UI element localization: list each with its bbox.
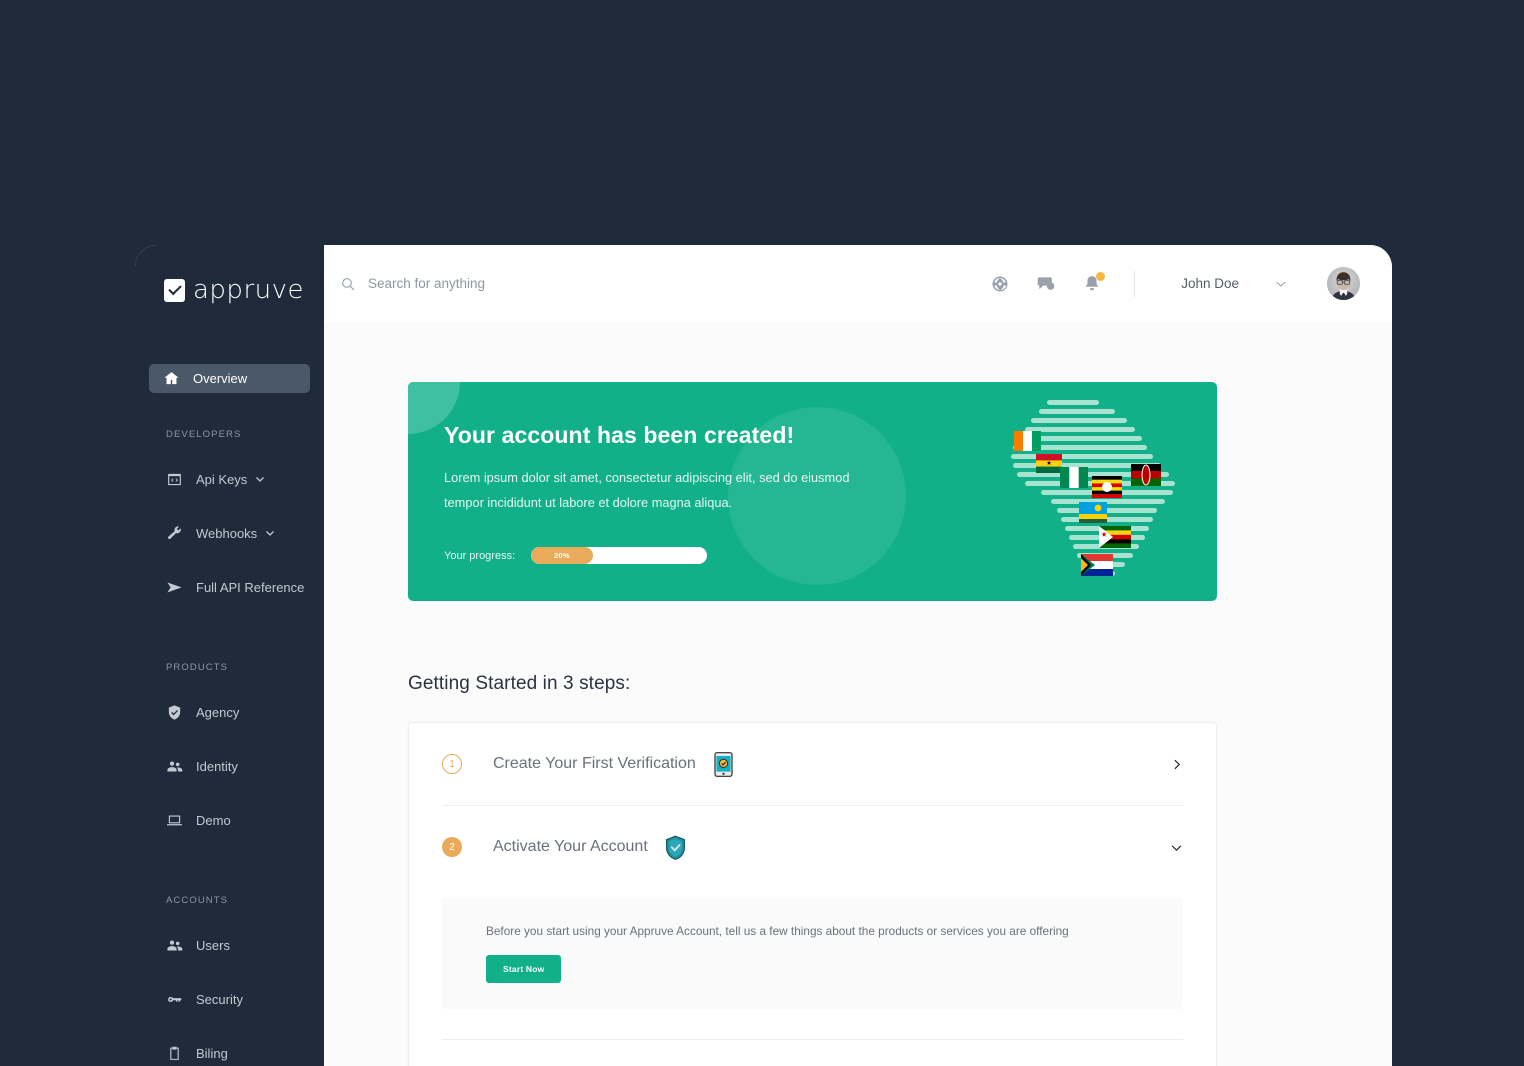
search-icon [340,276,356,292]
avatar[interactable] [1327,267,1360,300]
step-1-header[interactable]: 1 Create Your First Verification [442,723,1183,805]
flag-ivory-coast [1014,431,1041,451]
chevron-down-icon [254,473,266,485]
sidebar-item-webhooks[interactable]: Webhooks [135,518,324,548]
page-root: appruve Overview DEVELOPERS Api Keys Web… [0,0,1524,1066]
hero-banner: Your account has been created! Lorem ips… [408,382,1217,601]
people-icon [166,937,183,954]
search-input[interactable] [368,276,698,291]
sidebar-item-label: Webhooks [196,525,258,541]
paper-plane-icon [166,579,183,596]
chevron-down-icon[interactable] [1170,841,1183,854]
flag-rwanda [1079,502,1107,523]
content-area: Your account has been created! Lorem ips… [324,322,1392,1066]
hero-subtitle: Lorem ipsum dolor sit amet, consectetur … [444,470,850,510]
progress-label: Your progress: [444,549,516,562]
brand-logo[interactable]: appruve [135,272,324,308]
shield-check-icon [166,704,183,721]
flag-kenya [1131,464,1161,486]
step-2-panel: Before you start using your Appruve Acco… [442,898,1183,1009]
chat-bubble-icon[interactable] [1036,274,1056,294]
step-label: Activate Your Account [493,838,648,855]
user-name[interactable]: John Doe [1181,276,1239,291]
sidebar-item-label: Agency [196,704,240,720]
mobile-verification-icon [713,751,734,777]
sidebar-group-title-accounts: ACCOUNTS [166,895,229,906]
sidebar: appruve Overview DEVELOPERS Api Keys Web… [135,245,324,1066]
flag-zimbabwe [1099,526,1131,548]
main-column: John Doe [324,245,1392,1066]
sidebar-group-title-products: PRODUCTS [166,662,229,673]
sidebar-group-title-developers: DEVELOPERS [166,429,242,440]
chevron-right-icon[interactable] [1170,758,1183,771]
sidebar-item-label: Overview [193,371,248,386]
progress-bar-fill: 20% [531,547,593,564]
key-icon [166,991,183,1008]
topbar-actions: John Doe [990,267,1360,300]
sidebar-item-users[interactable]: Users [135,930,324,960]
people-icon [166,758,183,775]
laptop-icon [166,812,183,829]
step-label: Create Your First Verification [493,755,696,772]
page-title: Getting Started in 3 steps: [408,673,631,694]
step-3-header-partial[interactable] [442,1040,1183,1066]
shield-check-icon [665,835,686,860]
start-now-button[interactable]: Start Now [486,955,562,983]
sidebar-item-biling[interactable]: Biling [135,1038,324,1066]
chevron-down-icon[interactable] [1275,275,1287,293]
checkbox-check-icon [164,278,185,302]
sidebar-item-label: Full API Reference [196,579,305,595]
sidebar-item-overview[interactable]: Overview [149,364,310,393]
code-window-icon [166,471,183,488]
sidebar-item-label: Biling [196,1045,228,1061]
topbar-divider [1134,270,1136,297]
step-number-badge: 1 [442,754,462,774]
bell-icon[interactable] [1082,271,1106,294]
flag-south-africa [1081,554,1113,576]
progress-value: 20% [553,551,570,560]
sidebar-item-security[interactable]: Security [135,984,324,1014]
progress-bar: 20% [531,547,708,564]
clipboard-icon [166,1045,183,1062]
flag-nigeria [1060,467,1088,488]
sidebar-item-label: Demo [196,812,231,828]
sidebar-item-label: Users [196,937,230,953]
chevron-down-icon [264,527,276,539]
africa-map-with-flags-illustration [991,390,1191,595]
search-bar[interactable] [340,276,990,292]
getting-started-card: 1 Create Your First Verification 2 Activ… [408,722,1217,1066]
step-number-badge: 2 [442,837,462,857]
flag-ghana [1036,454,1062,473]
sidebar-item-label: Identity [196,758,238,774]
app-window: appruve Overview DEVELOPERS Api Keys Web… [135,245,1392,1066]
sidebar-item-label: Security [196,991,243,1007]
sidebar-item-label: Api Keys [196,471,248,487]
step-2-body: Before you start using your Appruve Acco… [442,898,1183,1039]
topbar: John Doe [324,245,1392,322]
home-icon [163,370,180,387]
step-2-header[interactable]: 2 Activate Your Account [442,806,1183,888]
sidebar-item-identity[interactable]: Identity [135,751,324,781]
wrench-icon [166,525,183,542]
sidebar-item-agency[interactable]: Agency [135,697,324,727]
sidebar-item-demo[interactable]: Demo [135,805,324,835]
globe-icon[interactable] [990,274,1010,294]
brand-name: appruve [193,275,304,305]
sidebar-item-api-keys[interactable]: Api Keys [135,464,324,494]
step-2-description: Before you start using your Appruve Acco… [486,924,1069,938]
flag-uganda [1092,476,1122,498]
notification-badge [1096,271,1106,281]
sidebar-item-full-api-reference[interactable]: Full API Reference [135,572,324,602]
